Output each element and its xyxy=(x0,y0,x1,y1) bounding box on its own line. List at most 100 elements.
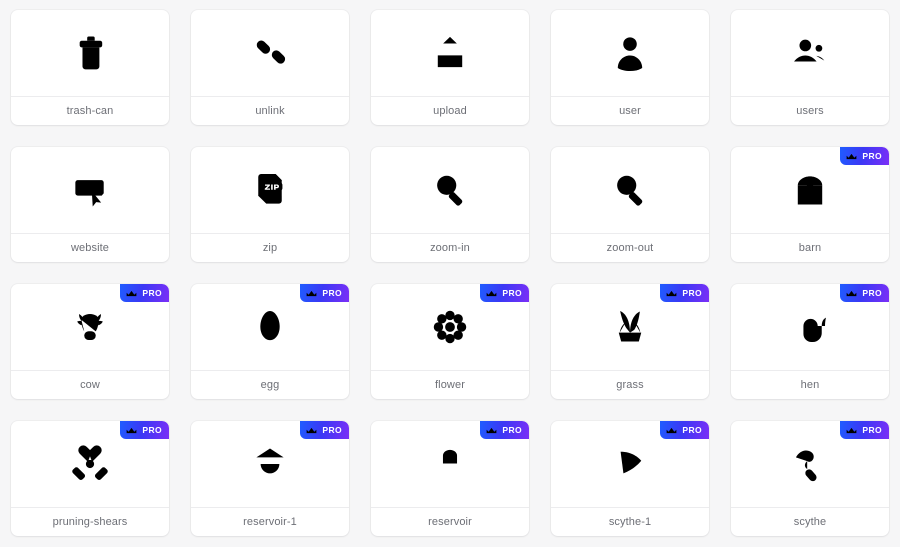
pro-badge[interactable]: PRO xyxy=(120,421,169,439)
icon-label: reservoir-1 xyxy=(243,515,297,528)
icon-preview xyxy=(11,10,169,96)
icon-label: zoom-out xyxy=(606,241,654,254)
icon-card-reservoir-1[interactable]: reservoir-1 PRO xyxy=(191,421,349,536)
icon-label-area: flower xyxy=(371,370,529,399)
icon-card-pruning-shears[interactable]: pruning-shears PRO xyxy=(11,421,169,536)
pro-badge[interactable]: PRO xyxy=(840,284,889,302)
pro-badge-label: PRO xyxy=(322,424,342,435)
hen-icon xyxy=(798,311,826,343)
icon-card-trash-can[interactable]: trash-can xyxy=(11,10,169,125)
grass-icon xyxy=(618,311,642,342)
pro-badge[interactable]: PRO xyxy=(300,421,349,439)
barn-icon xyxy=(797,176,823,205)
icon-label-area: cow xyxy=(11,370,169,399)
icon-label-area: zoom-in xyxy=(371,233,529,262)
icon-label: trash-can xyxy=(66,104,114,117)
crown-icon xyxy=(847,290,857,298)
pro-badge-label: PRO xyxy=(862,287,882,298)
unlink-icon xyxy=(254,37,287,67)
users-icon xyxy=(794,39,825,62)
icon-card-users[interactable]: users xyxy=(731,10,889,125)
icon-card-unlink[interactable]: unlink xyxy=(191,10,349,125)
zoom-in-icon xyxy=(437,175,464,207)
icon-card-grass[interactable]: grass PRO xyxy=(551,284,709,399)
icon-preview xyxy=(731,10,889,96)
icon-label-area: trash-can xyxy=(11,96,169,125)
pro-badge[interactable]: PRO xyxy=(660,421,709,439)
crown-icon xyxy=(127,290,137,298)
pro-badge-label: PRO xyxy=(862,424,882,435)
icon-card-cow[interactable]: cow PRO xyxy=(11,284,169,399)
icon-card-zoom-out[interactable]: zoom-out xyxy=(551,147,709,262)
icon-preview xyxy=(551,10,709,96)
reservoir-1-icon xyxy=(256,448,284,479)
zoom-out-icon xyxy=(617,175,644,207)
icon-card-scythe[interactable]: scythe PRO xyxy=(731,421,889,536)
icon-preview xyxy=(11,147,169,233)
icon-card-website[interactable]: website xyxy=(11,147,169,262)
icon-label-area: scythe-1 xyxy=(551,507,709,536)
icon-label: egg xyxy=(260,378,280,391)
crown-icon xyxy=(667,427,677,435)
icon-card-user[interactable]: user xyxy=(551,10,709,125)
icon-card-egg[interactable]: egg PRO xyxy=(191,284,349,399)
icon-label-area: unlink xyxy=(191,96,349,125)
icon-label: pruning-shears xyxy=(52,515,128,528)
pro-badge-label: PRO xyxy=(862,150,882,161)
icon-label: scythe-1 xyxy=(608,515,652,528)
crown-icon xyxy=(487,290,497,298)
icon-label-area: barn xyxy=(731,233,889,262)
icon-label: zip xyxy=(262,241,278,254)
pro-badge[interactable]: PRO xyxy=(840,147,889,165)
pro-badge[interactable]: PRO xyxy=(660,284,709,302)
pro-badge[interactable]: PRO xyxy=(840,421,889,439)
icon-gallery-grid: trash-can unlink upload user users website zip… xyxy=(0,0,900,536)
icon-label-area: website xyxy=(11,233,169,262)
icon-preview xyxy=(191,10,349,96)
icon-card-upload[interactable]: upload xyxy=(371,10,529,125)
pro-badge-label: PRO xyxy=(502,424,522,435)
upload-icon xyxy=(437,36,463,68)
reservoir-icon xyxy=(440,449,460,479)
icon-label: scythe xyxy=(793,515,827,528)
pro-badge[interactable]: PRO xyxy=(300,284,349,302)
icon-card-zip[interactable]: zip xyxy=(191,147,349,262)
scythe-icon xyxy=(795,450,819,483)
egg-icon xyxy=(260,311,280,341)
cow-icon xyxy=(77,313,103,341)
pro-badge-label: PRO xyxy=(682,424,702,435)
trash-can-icon xyxy=(79,36,103,70)
icon-preview xyxy=(371,10,529,96)
icon-label-area: upload xyxy=(371,96,529,125)
icon-label: grass xyxy=(616,378,644,391)
zip-file-icon xyxy=(258,174,283,204)
pro-badge-label: PRO xyxy=(682,287,702,298)
crown-icon xyxy=(307,427,317,435)
crown-icon xyxy=(847,153,857,161)
website-icon xyxy=(75,180,104,207)
flower-icon xyxy=(433,310,467,344)
icon-preview xyxy=(551,147,709,233)
icon-label-area: user xyxy=(551,96,709,125)
icon-label: hen xyxy=(800,378,820,391)
icon-card-flower[interactable]: flower PRO xyxy=(371,284,529,399)
icon-label: upload xyxy=(433,104,467,117)
icon-label-area: reservoir xyxy=(371,507,529,536)
icon-label-area: hen xyxy=(731,370,889,399)
icon-card-scythe-1[interactable]: scythe-1 PRO xyxy=(551,421,709,536)
pro-badge[interactable]: PRO xyxy=(480,284,529,302)
icon-card-zoom-in[interactable]: zoom-in xyxy=(371,147,529,262)
icon-label-area: users xyxy=(731,96,889,125)
pro-badge-label: PRO xyxy=(322,287,342,298)
pro-badge[interactable]: PRO xyxy=(480,421,529,439)
user-icon xyxy=(617,37,643,72)
icon-label: reservoir xyxy=(428,515,472,528)
pro-badge[interactable]: PRO xyxy=(120,284,169,302)
icon-label: users xyxy=(796,104,824,117)
icon-card-reservoir[interactable]: reservoir PRO xyxy=(371,421,529,536)
icon-card-barn[interactable]: barn PRO xyxy=(731,147,889,262)
icon-label: unlink xyxy=(255,104,285,117)
icon-card-hen[interactable]: hen PRO xyxy=(731,284,889,399)
icon-label-area: zip xyxy=(191,233,349,262)
pro-badge-label: PRO xyxy=(502,287,522,298)
